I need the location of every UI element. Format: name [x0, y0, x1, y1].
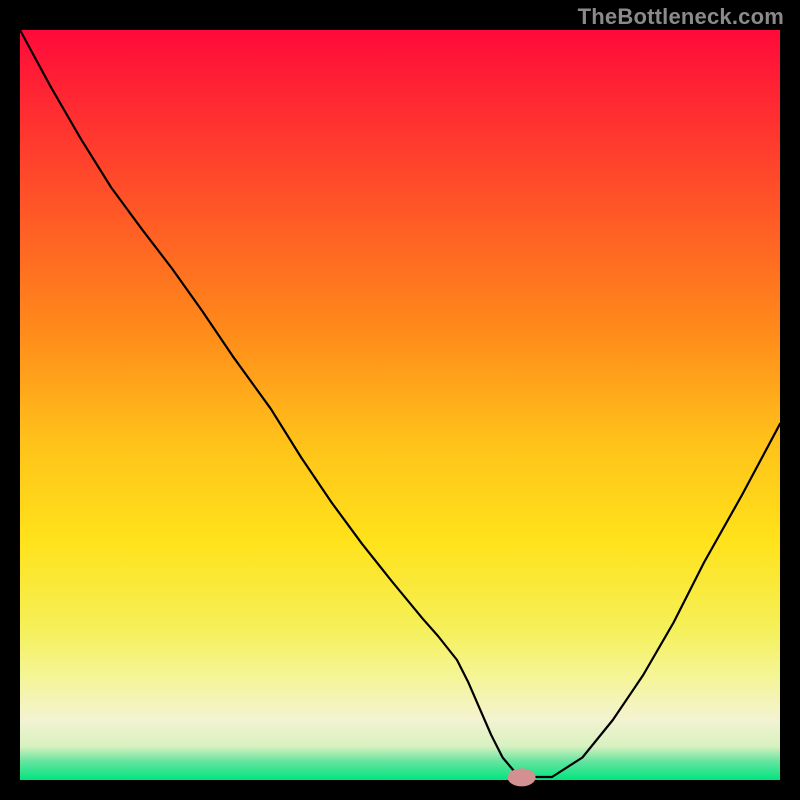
optimal-marker [508, 768, 536, 786]
bottleneck-chart [0, 0, 800, 800]
plot-background [20, 30, 780, 780]
branding-link[interactable]: TheBottleneck.com [578, 4, 784, 30]
